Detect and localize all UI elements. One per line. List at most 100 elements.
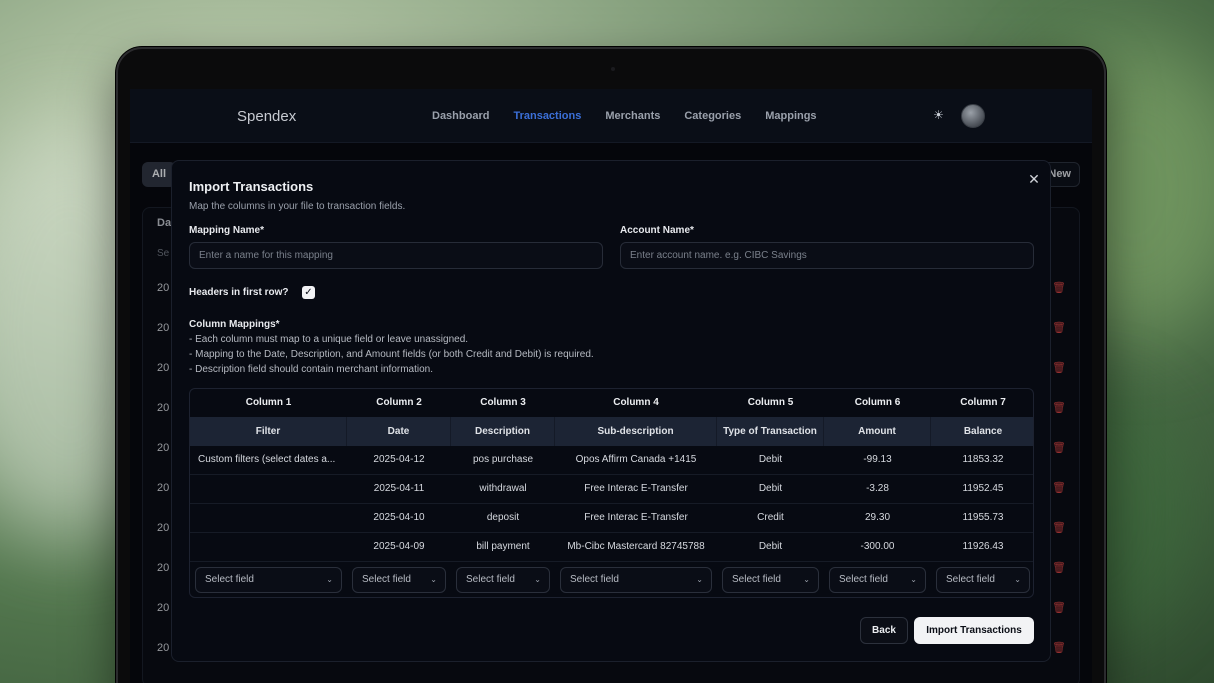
table-cell: -3.28 [866,483,889,494]
table-cell: Credit [757,512,784,523]
table-cell: Mb-Cibc Mastercard 82745788 [567,541,705,552]
field-select-column-1[interactable]: Select field ⌄ [195,567,342,593]
select-placeholder: Select field [205,574,254,585]
table-cell: 11926.43 [962,541,1004,552]
select-placeholder: Select field [946,574,995,585]
chevron-down-icon: ⌄ [430,575,437,584]
column-header: Column 1 [245,397,292,408]
table-cell: 2025-04-09 [373,541,425,552]
file-header: Sub-description [555,417,717,446]
mapping-name-label: Mapping Name* [189,225,265,236]
chevron-down-icon: ⌄ [1014,575,1021,584]
table-cell [190,533,347,561]
field-select-column-2[interactable]: Select field ⌄ [352,567,446,593]
modal-subtitle: Map the columns in your file to transact… [189,201,406,212]
field-select-column-3[interactable]: Select field ⌄ [456,567,550,593]
field-select-column-7[interactable]: Select field ⌄ [936,567,1030,593]
select-placeholder: Select field [570,574,619,585]
app-screen: Spendex Dashboard Transactions Merchants… [130,89,1092,683]
table-cell: Free Interac E-Transfer [584,512,688,523]
field-select-column-4[interactable]: Select field ⌄ [560,567,712,593]
table-row: 2025-04-11 withdrawal Free Interac E-Tra… [190,475,1033,504]
modal-title: Import Transactions [189,179,314,194]
table-cell: bill payment [476,541,530,552]
column-header-row: Column 1 Column 2 Column 3 Column 4 Colu… [190,389,1033,417]
column-header: Column 5 [747,397,794,408]
navbar: Spendex Dashboard Transactions Merchants… [130,89,1092,143]
chevron-down-icon: ⌄ [803,575,810,584]
column-header: Column 2 [376,397,422,408]
headers-label: Headers in first row? [189,287,289,298]
file-header: Description [451,417,555,446]
chevron-down-icon: ⌄ [326,575,333,584]
column-mapping-table: Column 1 Column 2 Column 3 Column 4 Colu… [189,388,1034,598]
column-header: Column 6 [854,397,901,408]
table-row: 2025-04-09 bill payment Mb-Cibc Masterca… [190,533,1033,562]
brand-logo[interactable]: Spendex [237,108,296,125]
nav-dashboard[interactable]: Dashboard [432,110,489,122]
account-name-label: Account Name* [620,225,694,236]
column-header: Column 7 [960,397,1006,408]
table-cell: Free Interac E-Transfer [584,483,688,494]
table-cell [190,504,347,532]
table-cell: Custom filters (select dates a... [198,454,336,465]
table-cell: Debit [758,483,783,494]
table-cell: 11952.45 [962,483,1004,494]
main-nav: Dashboard Transactions Merchants Categor… [432,110,817,122]
note-line: - Mapping to the Date, Description, and … [189,349,594,360]
nav-categories[interactable]: Categories [684,110,741,122]
table-cell: 29.30 [864,512,891,523]
table-row: 2025-04-10 deposit Free Interac E-Transf… [190,504,1033,533]
column-header: Column 4 [613,397,659,408]
table-cell: withdrawal [479,483,527,494]
table-cell: 2025-04-11 [373,483,425,494]
field-select-column-5[interactable]: Select field ⌄ [722,567,819,593]
back-button[interactable]: Back [860,617,908,644]
file-header: Type of Transaction [717,417,824,446]
nav-mappings[interactable]: Mappings [765,110,816,122]
table-cell: -300.00 [860,541,895,552]
select-placeholder: Select field [839,574,888,585]
column-header: Column 3 [480,397,526,408]
chevron-down-icon: ⌄ [910,575,917,584]
table-cell: 11853.32 [962,454,1004,465]
headers-checkbox[interactable]: ✓ [302,286,315,299]
table-cell: 2025-04-10 [373,512,425,523]
chevron-down-icon: ⌄ [534,575,541,584]
avatar[interactable] [961,104,985,128]
import-transactions-button[interactable]: Import Transactions [914,617,1034,644]
file-header-row: Filter Date Description Sub-description … [190,417,1033,446]
table-cell: 2025-04-12 [373,454,425,465]
table-cell: Opos Affirm Canada +1415 [575,454,697,465]
table-cell: Debit [758,454,783,465]
table-cell: 11955.73 [962,512,1004,523]
check-icon: ✓ [304,287,313,298]
file-header: Amount [824,417,931,446]
nav-merchants[interactable]: Merchants [605,110,660,122]
chevron-down-icon: ⌄ [696,575,703,584]
table-cell: -99.13 [863,454,892,465]
import-modal: ✕ Import Transactions Map the columns in… [171,160,1051,662]
note-line: - Each column must map to a unique field… [189,334,469,345]
account-name-input[interactable] [620,242,1034,269]
close-icon[interactable]: ✕ [1027,172,1041,186]
file-header: Balance [963,426,1003,437]
mapping-name-input[interactable] [189,242,603,269]
file-header: Date [347,417,451,446]
field-select-row: Select field ⌄ Select field ⌄ Select field… [190,562,1033,597]
column-mappings-notes: Column Mappings* - Each column must map … [189,317,594,377]
select-placeholder: Select field [466,574,515,585]
camera [611,67,615,71]
note-line: - Description field should contain merch… [189,364,434,375]
sun-icon[interactable]: ☀ [932,109,945,122]
field-select-column-6[interactable]: Select field ⌄ [829,567,926,593]
column-mappings-heading: Column Mappings* [189,319,280,330]
table-cell: deposit [486,512,520,523]
nav-transactions[interactable]: Transactions [513,110,581,122]
table-cell: pos purchase [472,454,534,465]
table-cell [190,475,347,503]
file-header: Filter [190,417,347,446]
select-placeholder: Select field [732,574,781,585]
table-cell: Debit [758,541,783,552]
table-row: Custom filters (select dates a... 2025-0… [190,446,1033,475]
